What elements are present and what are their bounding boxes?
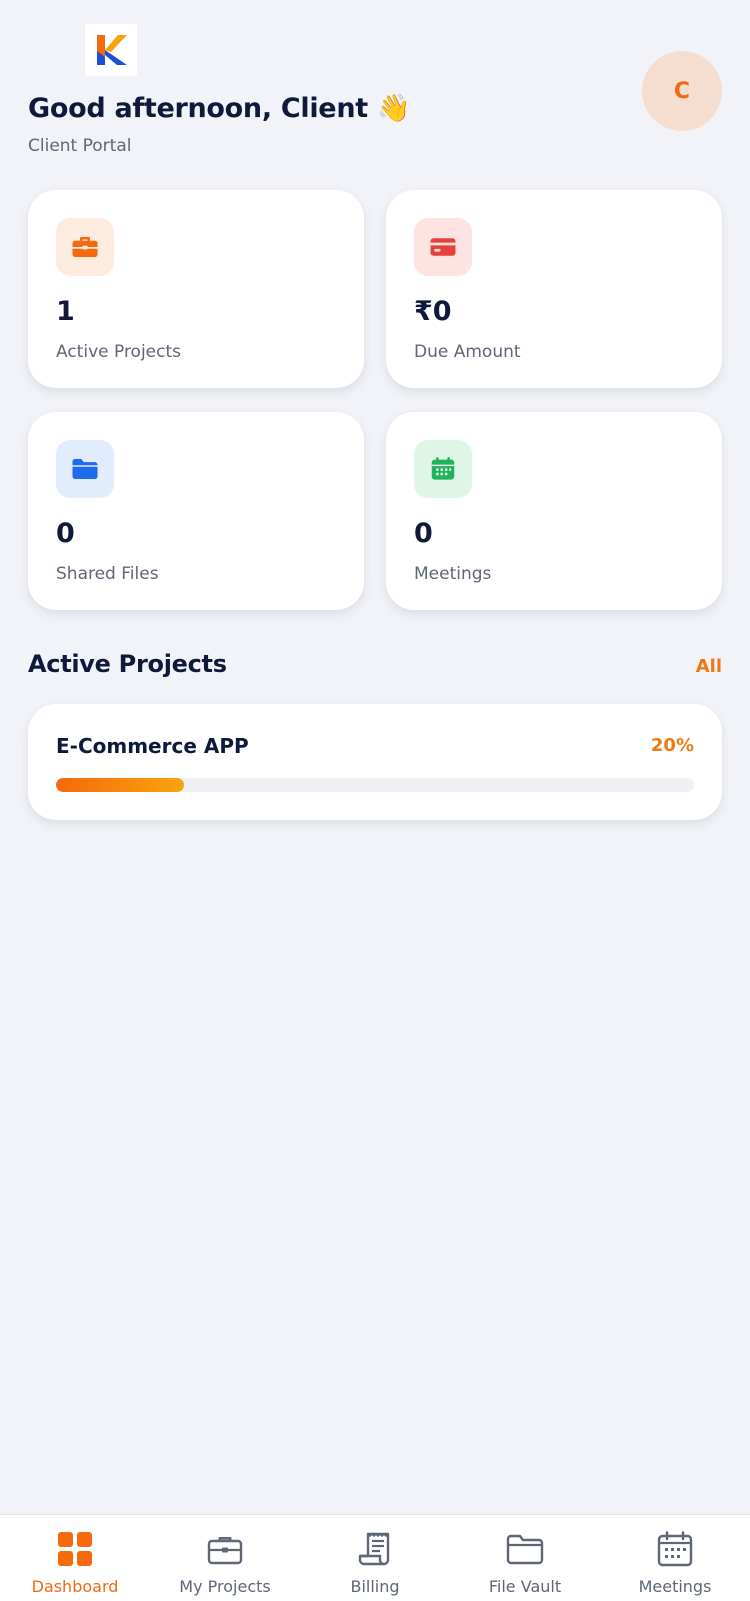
bottom-nav: Dashboard My Projects Billing File Vault xyxy=(0,1514,750,1601)
stat-value: 1 xyxy=(56,296,75,327)
briefcase-icon xyxy=(207,1537,243,1565)
nav-item-my-projects[interactable]: My Projects xyxy=(150,1515,300,1601)
nav-label: Meetings xyxy=(638,1577,712,1596)
receipt-icon xyxy=(358,1532,390,1566)
project-name: E-Commerce APP xyxy=(56,734,249,758)
stat-label: Due Amount xyxy=(414,342,521,362)
nav-label: File Vault xyxy=(488,1577,562,1596)
stat-label: Meetings xyxy=(414,564,492,584)
portal-subtitle: Client Portal xyxy=(28,136,132,156)
project-card[interactable]: E-Commerce APP 20% xyxy=(28,704,722,820)
credit-card-icon xyxy=(414,218,472,276)
stat-value: 0 xyxy=(414,518,433,549)
logo-k-icon xyxy=(97,35,127,65)
dashboard-grid-icon xyxy=(58,1532,92,1566)
nav-label: Dashboard xyxy=(31,1577,119,1596)
nav-item-meetings[interactable]: Meetings xyxy=(600,1515,750,1601)
project-progress-bar xyxy=(56,778,694,792)
calendar-icon xyxy=(657,1531,693,1567)
folder-icon xyxy=(506,1534,544,1565)
nav-item-dashboard[interactable]: Dashboard xyxy=(0,1515,150,1601)
stat-label: Active Projects xyxy=(56,342,182,362)
section-title-active-projects: Active Projects xyxy=(28,650,227,678)
nav-label: My Projects xyxy=(179,1577,271,1596)
nav-item-billing[interactable]: Billing xyxy=(300,1515,450,1601)
stat-card-due-amount[interactable]: ₹0 Due Amount xyxy=(386,190,722,388)
stat-value: 0 xyxy=(56,518,75,549)
nav-label: Billing xyxy=(350,1577,400,1596)
nav-item-file-vault[interactable]: File Vault xyxy=(450,1515,600,1601)
briefcase-icon xyxy=(56,218,114,276)
stat-label: Shared Files xyxy=(56,564,159,584)
calendar-icon xyxy=(414,440,472,498)
app-logo xyxy=(85,24,137,76)
avatar-initial: C xyxy=(673,78,691,104)
stat-value: ₹0 xyxy=(414,296,452,327)
stat-card-meetings[interactable]: 0 Meetings xyxy=(386,412,722,610)
greeting-title: Good afternoon, Client 👋 xyxy=(28,93,411,124)
stat-card-shared-files[interactable]: 0 Shared Files xyxy=(28,412,364,610)
stat-card-active-projects[interactable]: 1 Active Projects xyxy=(28,190,364,388)
progress-fill xyxy=(56,778,184,792)
avatar[interactable]: C xyxy=(642,51,722,131)
view-all-link[interactable]: All xyxy=(696,656,722,677)
project-progress-label: 20% xyxy=(650,735,694,756)
folder-icon xyxy=(56,440,114,498)
